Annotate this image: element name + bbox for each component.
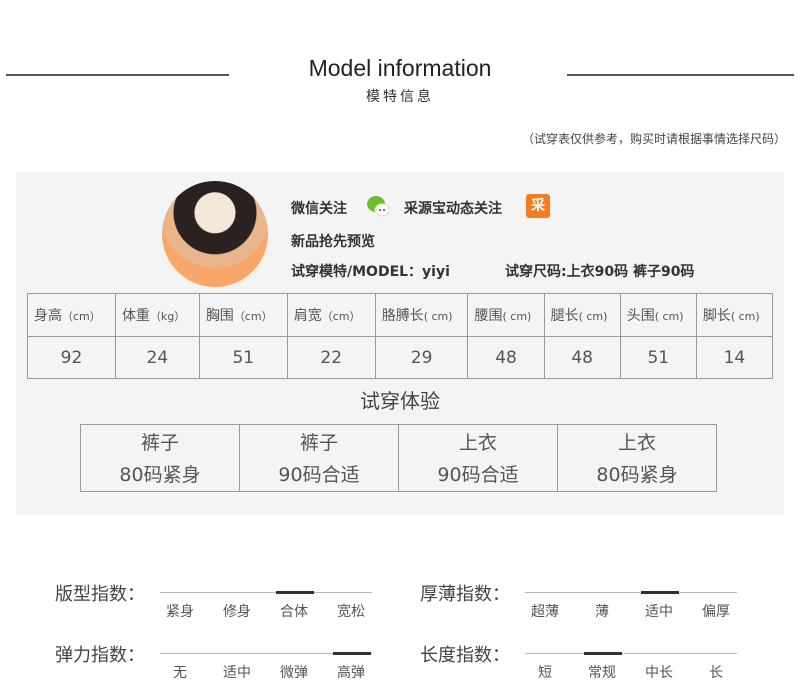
fitting-result: 80码紧身 xyxy=(596,464,678,486)
index-option: 修身 xyxy=(223,604,251,620)
fitting-result: 80码紧身 xyxy=(119,464,201,486)
fitting-item: 裤子 xyxy=(299,432,338,454)
index-selected-marker xyxy=(276,591,314,594)
index-label: 厚薄指数： xyxy=(420,584,510,605)
header-unit: （cm） xyxy=(62,310,101,323)
table-header-cell: 腰围( cm) xyxy=(467,293,545,337)
index-option: 紧身 xyxy=(166,604,194,620)
index-option: 宽松 xyxy=(337,604,365,620)
index-option: 合体 xyxy=(280,604,308,620)
index-option: 微弹 xyxy=(280,665,308,681)
header-name: 胸围 xyxy=(205,308,234,324)
fitting-result: 90码合适 xyxy=(278,464,360,486)
header-name: 脚长 xyxy=(702,308,731,324)
index-option: 高弹 xyxy=(337,665,365,681)
size-note: （试穿表仅供参考，购买时请根据事情选择尺码） xyxy=(521,132,786,146)
index-option: 偏厚 xyxy=(702,604,730,620)
fitting-item: 上衣 xyxy=(617,432,656,454)
page-title: Model information xyxy=(308,55,492,81)
caiyuanbao-follow: 采源宝动态关注 xyxy=(404,201,502,217)
model-size: 试穿尺码:上衣90码 裤子90码 xyxy=(505,264,695,280)
header-name: 体重 xyxy=(121,308,150,324)
index-option: 适中 xyxy=(223,665,251,681)
table-value-cell: 14 xyxy=(695,336,774,379)
header-unit: （cm） xyxy=(321,310,361,323)
fitting-cell: 上衣 80码紧身 xyxy=(557,424,717,492)
fitting-result: 90码合适 xyxy=(437,464,519,486)
header-unit: ( cm) xyxy=(578,310,608,323)
index-option: 薄 xyxy=(595,604,609,620)
header-name: 身高 xyxy=(34,308,62,324)
table-header-cell: 脚长( cm) xyxy=(695,293,774,337)
index-track xyxy=(160,591,372,594)
index-option: 短 xyxy=(538,665,552,681)
index-option: 长 xyxy=(709,665,723,681)
table-value-cell: 22 xyxy=(286,336,376,379)
fitting-item: 上衣 xyxy=(458,432,497,454)
table-header-cell: 胳膊长( cm) xyxy=(374,293,469,337)
index-option: 常规 xyxy=(588,665,616,681)
table-header-cell: 胸围（cm） xyxy=(198,293,288,337)
index-track xyxy=(525,591,737,594)
header-unit: ( cm) xyxy=(730,310,760,323)
table-value-cell: 48 xyxy=(467,336,545,379)
index-selected-marker xyxy=(584,652,622,655)
header-name: 头围 xyxy=(626,308,655,324)
index-selected-marker xyxy=(641,591,679,594)
header-unit: ( cm) xyxy=(502,310,532,323)
index-option: 无 xyxy=(173,665,187,681)
measurements-table: 身高（cm） 体重（kg） 胸围（cm） 肩宽（cm） 胳膊长( cm) 腰围( cm) 腿… xyxy=(27,293,774,379)
table-header-cell: 身高（cm） xyxy=(27,293,116,337)
caiyuanbao-icon: 采 xyxy=(526,194,550,218)
index-selected-marker xyxy=(333,652,371,655)
table-header-cell: 体重（kg） xyxy=(114,293,200,337)
index-option: 中长 xyxy=(645,665,673,681)
index-option: 超薄 xyxy=(531,604,559,620)
wechat-icon xyxy=(367,196,390,217)
fitting-title: 试穿体验 xyxy=(360,389,440,413)
fitting-cell: 裤子 80码紧身 xyxy=(80,424,240,492)
fitting-item: 裤子 xyxy=(140,432,179,454)
wechat-follow: 微信关注 xyxy=(291,201,347,217)
index-track xyxy=(160,652,372,655)
index-label: 弹力指数： xyxy=(55,645,145,666)
header-unit: ( cm) xyxy=(423,310,453,323)
table-value-cell: 92 xyxy=(27,336,116,379)
index-option: 适中 xyxy=(645,604,673,620)
header-unit: （cm） xyxy=(233,310,273,323)
index-label: 长度指数： xyxy=(420,645,510,666)
table-value-cell: 29 xyxy=(374,336,469,379)
fitting-table: 裤子 80码紧身 裤子 90码合适 上衣 90码合适 上衣 80码紧身 xyxy=(80,424,717,492)
table-header-cell: 头围( cm) xyxy=(619,293,697,337)
header-name: 腿长 xyxy=(550,308,579,324)
index-label: 版型指数： xyxy=(55,584,145,605)
fitting-cell: 上衣 90码合适 xyxy=(398,424,558,492)
index-track xyxy=(525,652,737,655)
page-subtitle: 模特信息 xyxy=(366,89,434,105)
table-header-cell: 肩宽（cm） xyxy=(286,293,376,337)
header-name: 肩宽 xyxy=(293,308,322,324)
header-name: 胳膊长 xyxy=(381,308,424,324)
table-value-cell: 51 xyxy=(619,336,697,379)
table-header-cell: 腿长( cm) xyxy=(543,293,621,337)
fitting-cell: 裤子 90码合适 xyxy=(239,424,399,492)
table-value-cell: 48 xyxy=(543,336,621,379)
table-value-cell: 24 xyxy=(114,336,200,379)
header-unit: ( cm) xyxy=(654,310,684,323)
header-unit: （kg） xyxy=(149,310,186,323)
model-name: 试穿模特/MODEL：yiyi xyxy=(291,264,450,280)
header-name: 腰围 xyxy=(474,308,503,324)
new-preview: 新品抢先预览 xyxy=(291,234,375,250)
table-value-cell: 51 xyxy=(198,336,288,379)
model-avatar xyxy=(162,181,268,287)
